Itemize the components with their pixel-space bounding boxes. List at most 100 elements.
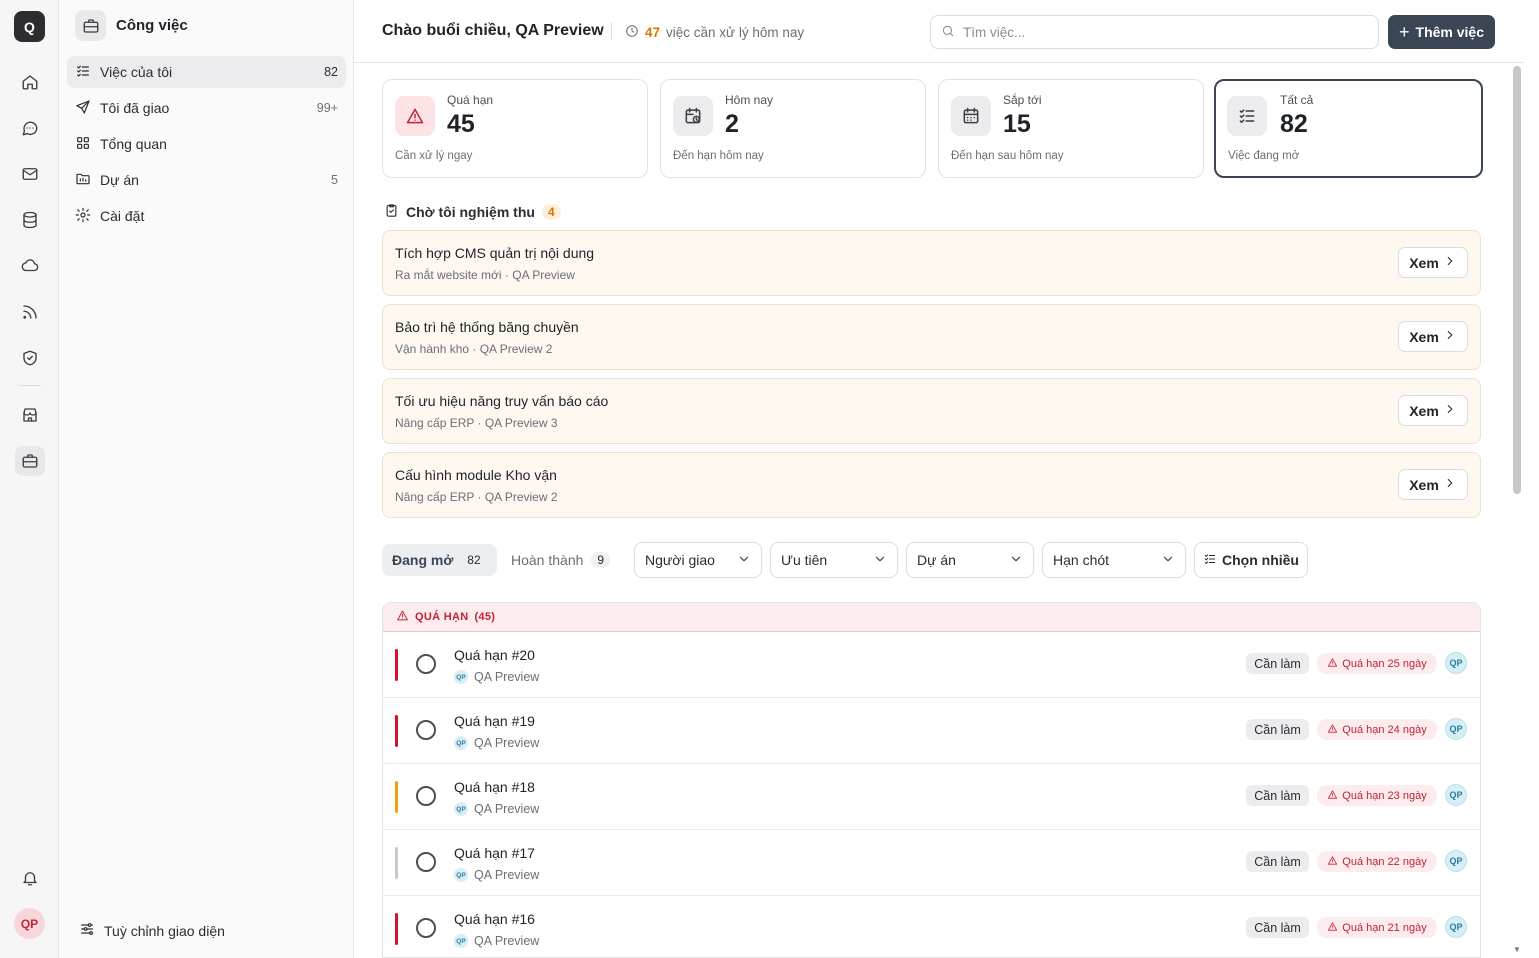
status-badge[interactable]: Cần làm — [1246, 785, 1309, 806]
shield-icon[interactable] — [15, 343, 45, 373]
task-title: Quá hạn #17 — [454, 845, 535, 861]
table-row[interactable]: Quá hạn #20 QP QA Preview Cần làm Quá hạn… — [383, 632, 1480, 698]
nav-item-count: 5 — [331, 173, 338, 187]
waiting-item[interactable]: Tối ưu hiệu năng truy vấn báo cáo Nâng c… — [382, 378, 1481, 444]
view-button-label: Xem — [1409, 402, 1439, 419]
table-row[interactable]: Quá hạn #16 QP QA Preview Cần làm Quá hạn… — [383, 896, 1480, 957]
status-badge[interactable]: Cần làm — [1246, 719, 1309, 740]
nav-title: Công việc — [116, 17, 188, 34]
group-header-overdue[interactable]: QUÁ HẠN (45) — [383, 603, 1480, 632]
task-project: QP QA Preview — [454, 670, 539, 684]
priority-dropdown[interactable]: Ưu tiên — [770, 542, 898, 578]
status-badge[interactable]: Cần làm — [1246, 917, 1309, 938]
stat-value: 2 — [725, 110, 739, 138]
assignee-avatar[interactable]: QP — [1445, 784, 1467, 806]
table-row[interactable]: Quá hạn #17 QP QA Preview Cần làm Quá hạn… — [383, 830, 1480, 896]
tab-done[interactable]: Hoàn thành 9 — [501, 544, 620, 576]
status-badge[interactable]: Cần làm — [1246, 653, 1309, 674]
scrollbar[interactable]: ▼ — [1512, 64, 1522, 958]
view-button[interactable]: Xem — [1398, 321, 1468, 352]
waiting-title: Chờ tôi nghiệm thu — [406, 204, 535, 220]
stat-card-today[interactable]: Hôm nay 2 Đến hạn hôm nay — [660, 79, 926, 178]
task-title: Quá hạn #19 — [454, 713, 535, 729]
status-badge[interactable]: Cần làm — [1246, 851, 1309, 872]
waiting-item-title: Tối ưu hiệu năng truy vấn báo cáo — [395, 393, 609, 409]
complete-checkbox[interactable] — [416, 786, 436, 806]
view-button[interactable]: Xem — [1398, 247, 1468, 278]
project-dropdown-value: Dự án — [917, 552, 956, 568]
mail-icon[interactable] — [15, 159, 45, 189]
complete-checkbox[interactable] — [416, 918, 436, 938]
send-icon — [75, 99, 91, 118]
briefcase-icon[interactable] — [15, 446, 45, 476]
priority-bar — [395, 649, 398, 681]
waiting-item[interactable]: Bảo trì hệ thống băng chuyền Vận hành kh… — [382, 304, 1481, 370]
waiting-header: Chờ tôi nghiệm thu 4 — [384, 203, 561, 221]
clock-icon — [625, 24, 639, 41]
feed-icon[interactable] — [15, 297, 45, 327]
add-task-button[interactable]: + Thêm việc — [1388, 15, 1495, 49]
search-box[interactable] — [930, 15, 1379, 49]
scroll-down-icon[interactable]: ▼ — [1512, 946, 1522, 954]
multi-select-button[interactable]: Chọn nhiều — [1194, 542, 1308, 578]
customize-ui-label: Tuỳ chỉnh giao diện — [104, 922, 225, 939]
briefcase-icon — [75, 10, 106, 41]
stat-card-upcoming[interactable]: Sắp tới 15 Đến hạn sau hôm nay — [938, 79, 1204, 178]
project-dropdown[interactable]: Dự án — [906, 542, 1034, 578]
task-title: Quá hạn #16 — [454, 911, 535, 927]
nav-items: Việc của tôi 82 Tôi đã giao 99+ Tổng qua… — [67, 56, 346, 236]
stat-card-overdue[interactable]: Quá hạn 45 Cần xử lý ngay — [382, 79, 648, 178]
scrollbar-thumb[interactable] — [1513, 66, 1521, 494]
search-input[interactable] — [963, 24, 1368, 40]
database-icon[interactable] — [15, 205, 45, 235]
group-label: QUÁ HẠN — [415, 611, 469, 623]
deadline-dropdown[interactable]: Hạn chót — [1042, 542, 1186, 578]
task-project: QP QA Preview — [454, 802, 539, 816]
view-button[interactable]: Xem — [1398, 469, 1468, 500]
tab-open[interactable]: Đang mở 82 — [382, 544, 497, 576]
store-icon[interactable] — [15, 400, 45, 430]
warning-icon — [1327, 723, 1338, 737]
stat-card-all[interactable]: Tất cả 82 Việc đang mở — [1214, 79, 1483, 178]
complete-checkbox[interactable] — [416, 852, 436, 872]
overdue-text: Quá hạn 23 ngày — [1342, 789, 1427, 802]
priority-bar — [395, 913, 398, 945]
chat-icon[interactable] — [15, 113, 45, 143]
home-icon[interactable] — [15, 67, 45, 97]
nav-item-count: 99+ — [316, 101, 338, 115]
nav-item-my-tasks[interactable]: Việc của tôi 82 — [67, 56, 346, 88]
stat-label: Sắp tới — [1003, 93, 1042, 107]
tab-open-label: Đang mở — [392, 552, 454, 568]
user-avatar[interactable]: QP — [14, 908, 45, 939]
bell-icon[interactable] — [15, 863, 45, 893]
workspace-logo[interactable]: Q — [14, 11, 45, 42]
cloud-icon[interactable] — [15, 251, 45, 281]
assignee-avatar[interactable]: QP — [1445, 718, 1467, 740]
assignee-avatar[interactable]: QP — [1445, 916, 1467, 938]
customize-ui-button[interactable]: Tuỳ chỉnh giao diện — [79, 921, 225, 940]
task-project-name: QA Preview — [474, 802, 540, 816]
assignee-avatar[interactable]: QP — [1445, 850, 1467, 872]
table-row[interactable]: Quá hạn #19 QP QA Preview Cần làm Quá hạn… — [383, 698, 1480, 764]
chevron-right-icon — [1443, 328, 1457, 345]
priority-dropdown-value: Ưu tiên — [781, 552, 828, 568]
waiting-item[interactable]: Cấu hình module Kho vận Nâng cấp ERP · Q… — [382, 452, 1481, 518]
complete-checkbox[interactable] — [416, 720, 436, 740]
warning-icon — [1327, 921, 1338, 935]
nav-item-projects[interactable]: Dự án 5 — [67, 164, 346, 196]
nav-header: Công việc — [75, 10, 188, 41]
waiting-item[interactable]: Tích hợp CMS quản trị nội dung Ra mắt we… — [382, 230, 1481, 296]
assignee-avatar[interactable]: QP — [1445, 652, 1467, 674]
assigner-dropdown[interactable]: Người giao — [634, 542, 762, 578]
waiting-item-title: Tích hợp CMS quản trị nội dung — [395, 245, 595, 261]
plus-icon: + — [1399, 22, 1410, 42]
complete-checkbox[interactable] — [416, 654, 436, 674]
nav-item-assigned[interactable]: Tôi đã giao 99+ — [67, 92, 346, 124]
app-window: Q QP Công việc Việc của tôi 82 Tôi đã gi… — [0, 0, 1539, 958]
view-button[interactable]: Xem — [1398, 395, 1468, 426]
nav-item-overview[interactable]: Tổng quan — [67, 128, 346, 160]
nav-item-settings[interactable]: Cài đặt — [67, 200, 346, 232]
waiting-count-badge: 4 — [541, 204, 561, 220]
table-row[interactable]: Quá hạn #18 QP QA Preview Cần làm Quá hạn… — [383, 764, 1480, 830]
project-avatar: QP — [454, 868, 468, 882]
